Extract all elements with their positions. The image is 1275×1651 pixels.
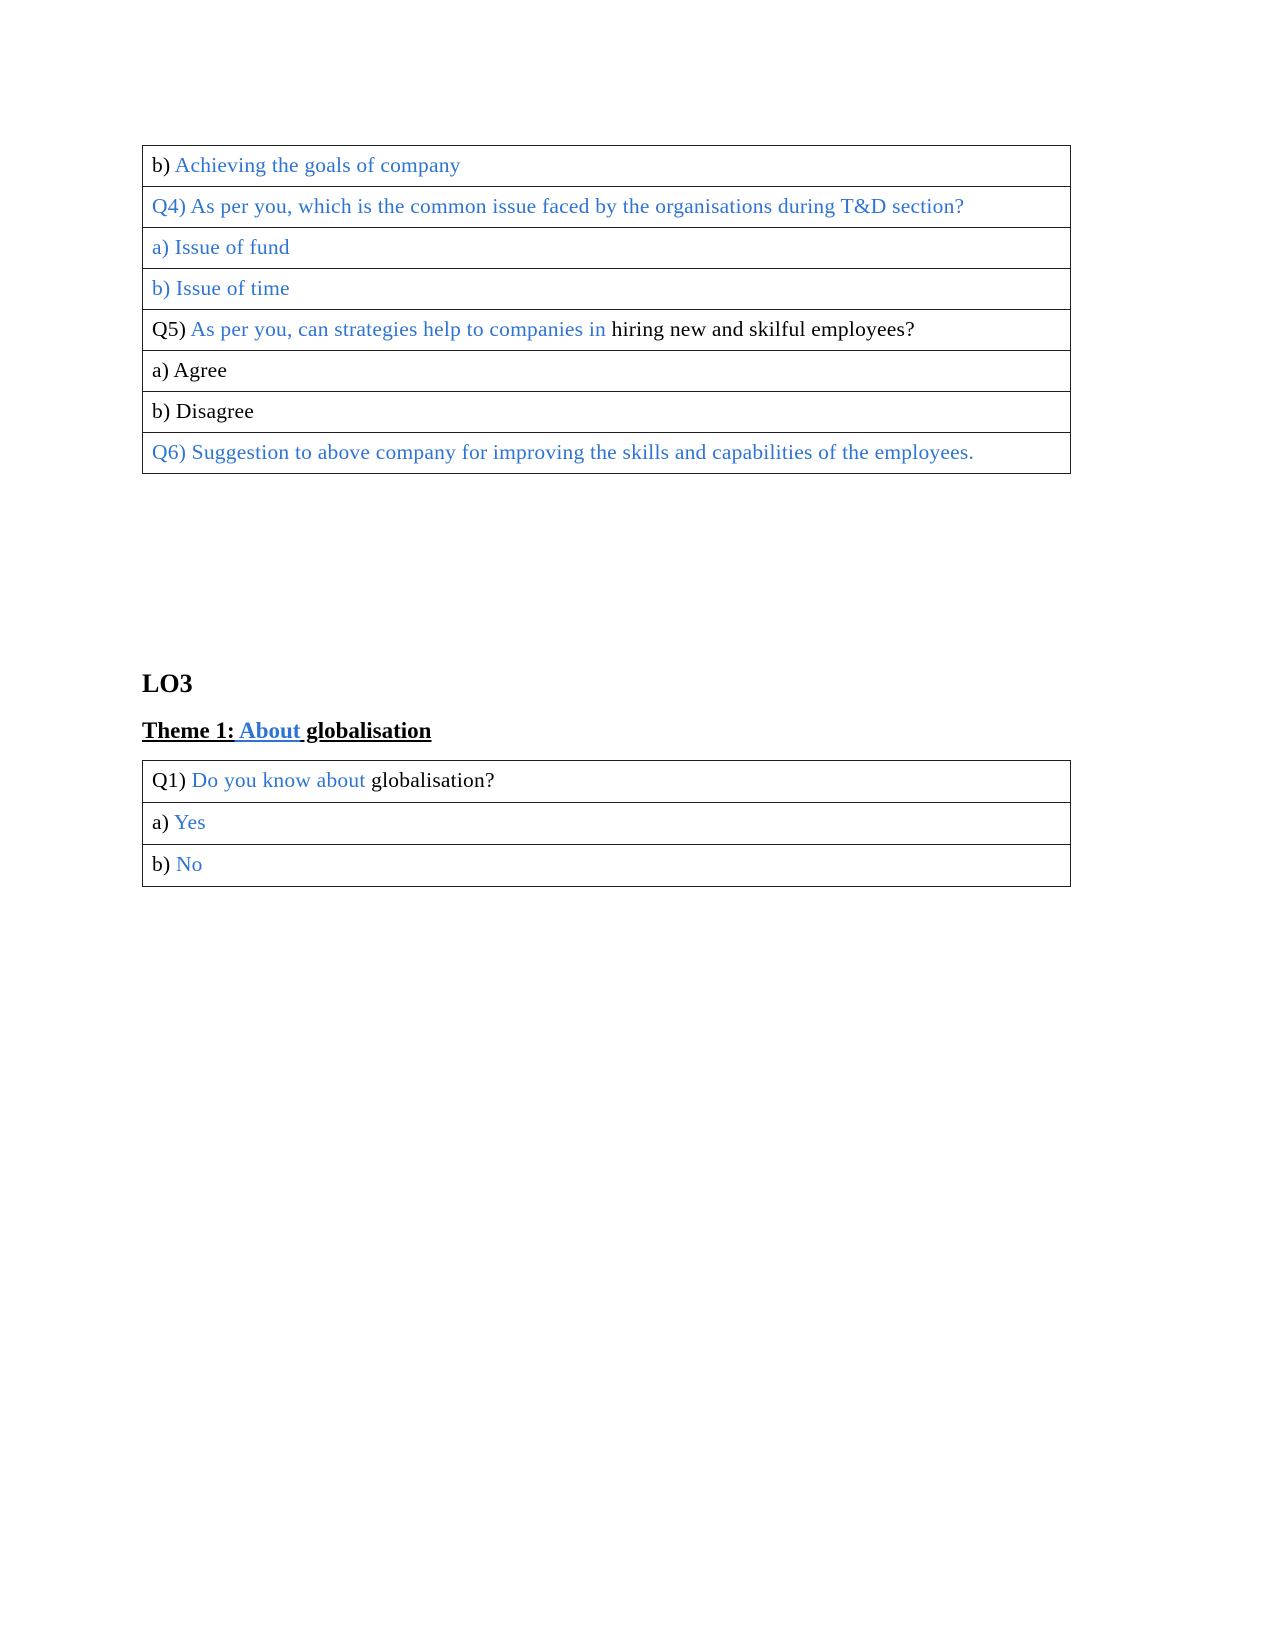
row-b-achieving-goals: b) Achieving the goals of company <box>142 145 1071 187</box>
text-run: hiring new and skilful employees? <box>611 316 915 341</box>
text-run: Yes <box>173 810 206 834</box>
table-row: a) Agree <box>142 349 1071 392</box>
row-q1-option-b: b) No <box>142 844 1071 887</box>
row-q1: Q1) Do you know about globalisation? <box>142 760 1071 803</box>
table-row: b) No <box>142 844 1071 887</box>
page-title-lo3: LO3 <box>142 669 193 698</box>
training-and-development-questionnaire-table: b) Achieving the goals of company Q4) As … <box>142 145 1071 474</box>
table-row: a) Issue of fund <box>142 226 1071 269</box>
row-q1-option-a: a) Yes <box>142 802 1071 845</box>
table-row: b) Issue of time <box>142 267 1071 310</box>
table-row: Q1) Do you know about globalisation? <box>142 760 1071 803</box>
text-run: a) Issue of fund <box>152 234 290 259</box>
text-run: Q5) <box>152 316 191 341</box>
row-q5-option-a: a) Agree <box>142 349 1071 392</box>
text-run: No <box>175 852 203 876</box>
text-run: b) <box>152 153 175 177</box>
text-run: Do you know about <box>191 768 366 792</box>
table-body: b) Achieving the goals of company Q4) As … <box>142 145 1071 474</box>
row-q6: Q6) Suggestion to above company for impr… <box>142 431 1071 474</box>
text-run: a) Agree <box>152 357 228 382</box>
table-row: Q5) As per you, can strategies help to c… <box>142 308 1071 351</box>
text-run: Q1) <box>152 768 192 792</box>
table-body: Q1) Do you know about globalisation? a) Y… <box>142 760 1071 887</box>
theme-heading-suffix: globalisation <box>300 718 432 743</box>
text-run: b) Disagree <box>152 398 255 423</box>
text-run: As per you, can strategies help to compa… <box>190 316 612 341</box>
table-row: b) Achieving the goals of company <box>142 145 1071 187</box>
row-q4: Q4) As per you, which is the common issu… <box>142 185 1071 228</box>
globalisation-questionnaire-table: Q1) Do you know about globalisation? a) Y… <box>142 760 1071 887</box>
document-page: b) Achieving the goals of company Q4) As … <box>0 0 1275 1651</box>
row-q5: Q5) As per you, can strategies help to c… <box>142 308 1071 351</box>
text-run: a) <box>152 810 174 834</box>
text-run: Q6) Suggestion to above company for impr… <box>152 439 975 464</box>
text-run: Q4) As per you, which is the common issu… <box>152 193 965 218</box>
table-row: b) Disagree <box>142 390 1071 433</box>
row-q4-option-a: a) Issue of fund <box>142 226 1071 269</box>
text-run: globalisation? <box>365 768 495 792</box>
theme-heading-highlight: About <box>234 718 301 743</box>
row-q4-option-b: b) Issue of time <box>142 267 1071 310</box>
text-run: b) Issue of time <box>152 275 290 300</box>
table-row: Q4) As per you, which is the common issu… <box>142 185 1071 228</box>
theme-heading: Theme 1: About globalisation <box>142 717 431 745</box>
row-q5-option-b: b) Disagree <box>142 390 1071 433</box>
text-run: b) <box>152 852 176 876</box>
text-run: Achieving the goals of company <box>174 153 461 177</box>
table-row: a) Yes <box>142 802 1071 845</box>
table-row: Q6) Suggestion to above company for impr… <box>142 431 1071 474</box>
theme-heading-prefix: Theme 1: <box>142 718 235 743</box>
